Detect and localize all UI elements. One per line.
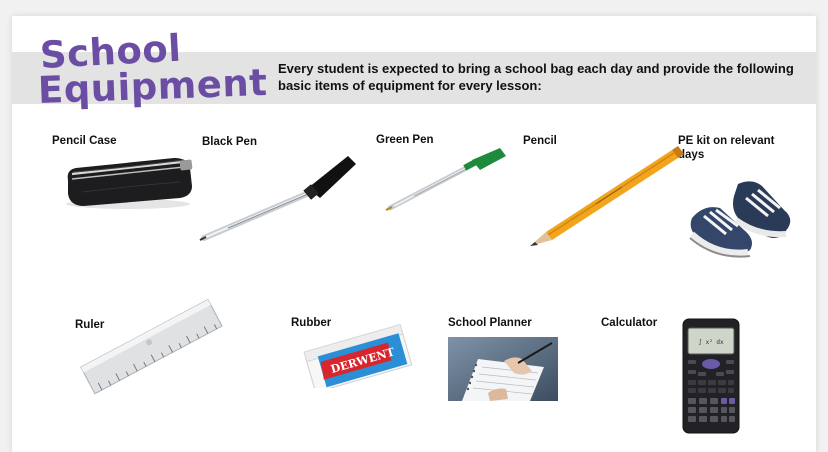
ruler-icon [76,298,226,398]
document-page: School Equipment Every student is expect… [12,16,816,452]
green-pen-icon [384,148,508,212]
label-school-planner: School Planner [448,317,532,329]
pencil-icon [526,142,686,246]
trainers-icon [686,176,796,258]
title-line-2: Equipment [37,61,269,112]
label-pe-kit: PE kit on relevant days [678,135,775,161]
label-black-pen: Black Pen [202,136,257,148]
intro-text: Every student is expected to bring a sch… [278,61,794,93]
svg-text:∫ x² dx: ∫ x² dx [698,338,724,346]
calculator-icon: ∫ x² dx [682,318,740,434]
label-green-pen: Green Pen [376,134,434,146]
planner-icon [448,337,558,401]
page-title: School Equipment [37,27,269,112]
label-calculator: Calculator [601,317,658,329]
rubber-icon: DERWENT [298,308,412,388]
black-pen-icon [198,150,358,242]
pencil-case-icon [62,152,197,210]
label-pencil-case: Pencil Case [52,135,117,147]
